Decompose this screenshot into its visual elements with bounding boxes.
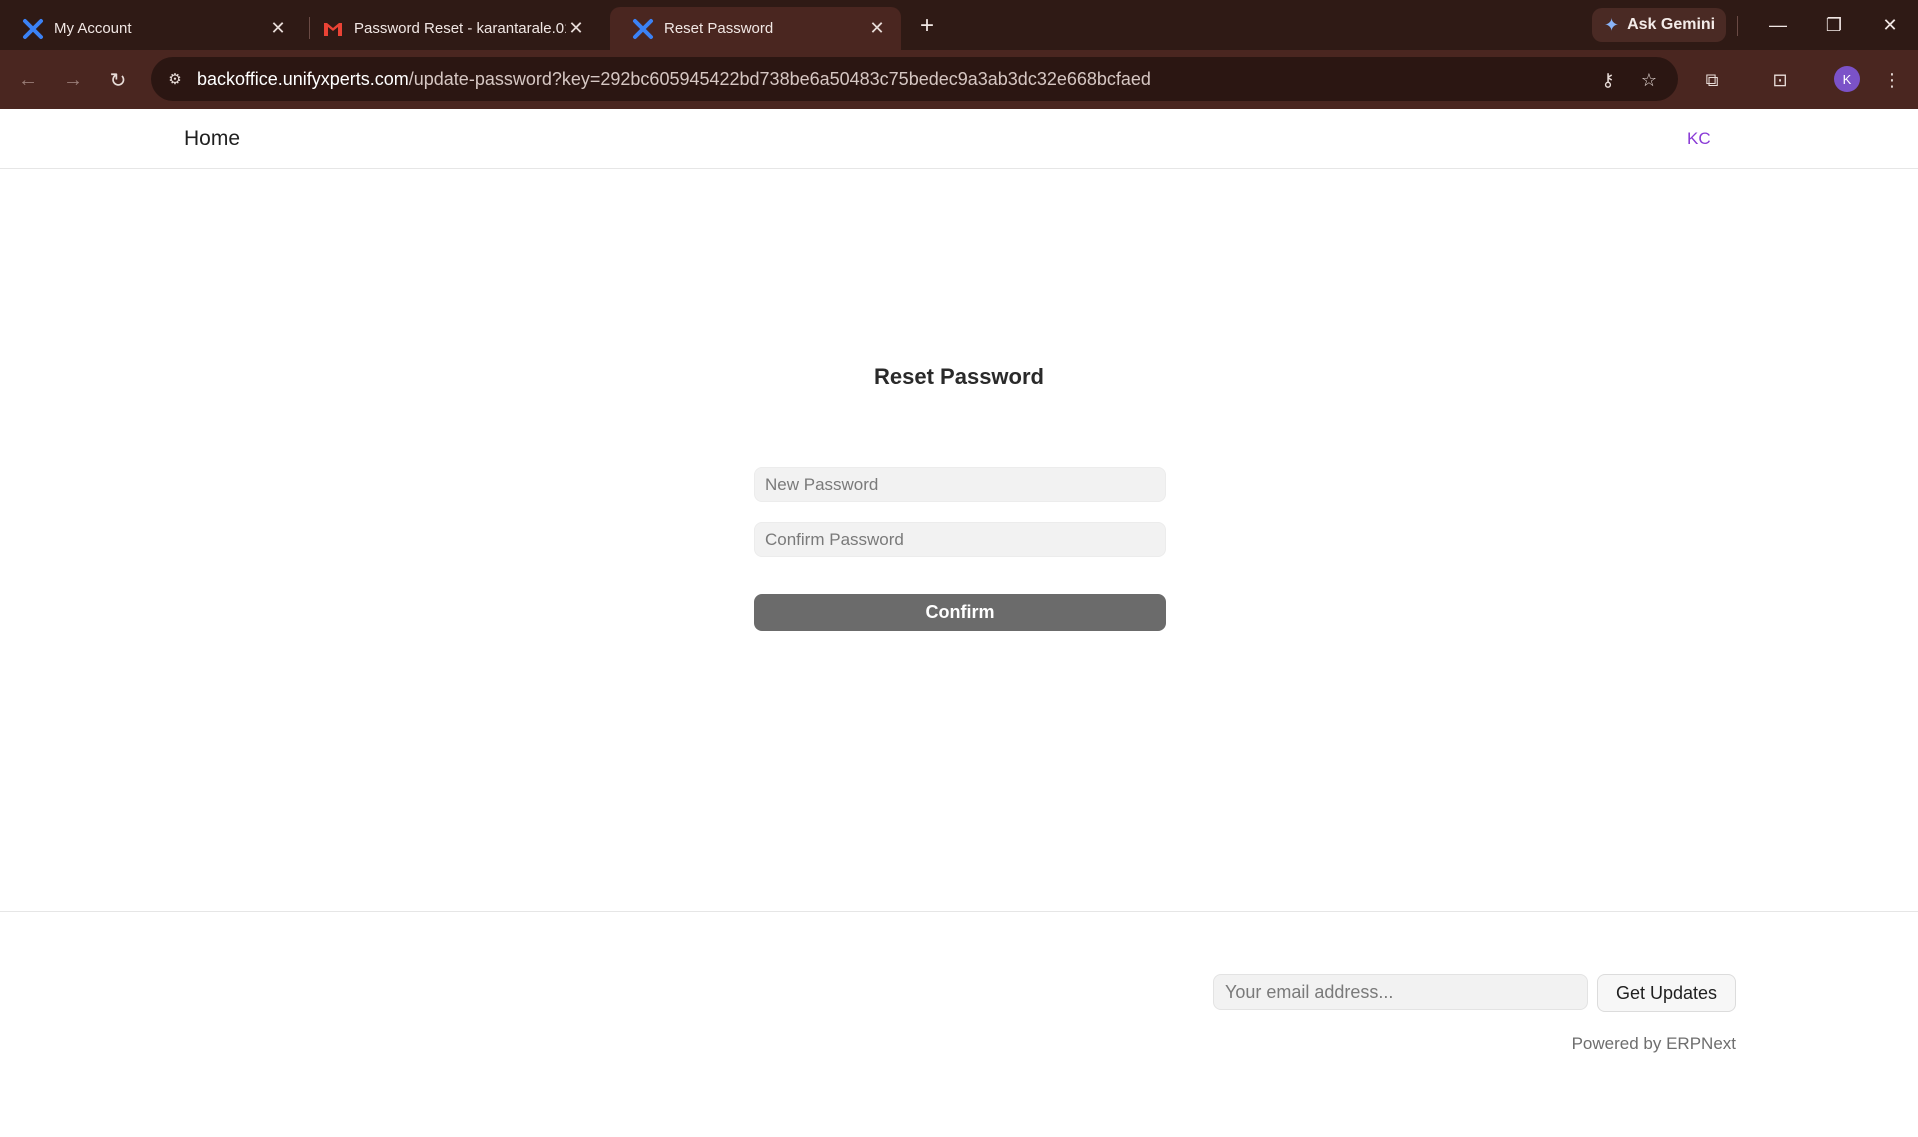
tab-strip: My Account ✕ Password Reset - karantaral…: [0, 0, 1918, 50]
profile-avatar[interactable]: K: [1834, 66, 1860, 92]
tab-my-account[interactable]: My Account ✕: [0, 7, 302, 50]
close-icon[interactable]: ✕: [268, 18, 288, 39]
tab-title: Password Reset - karantarale.01: [354, 20, 566, 37]
url-path: /update-password?key=292bc605945422bd738…: [408, 69, 1151, 89]
ask-gemini-button[interactable]: ✦ Ask Gemini: [1592, 8, 1726, 42]
gemini-spark-icon: ✦: [1604, 14, 1620, 35]
confirm-password-input[interactable]: [754, 522, 1166, 557]
browser-menu-icon[interactable]: ⋮: [1876, 64, 1908, 96]
close-icon[interactable]: ✕: [566, 18, 586, 39]
minimize-icon[interactable]: —: [1758, 8, 1798, 42]
address-bar[interactable]: ⚙ backoffice.unifyxperts.com/update-pass…: [151, 57, 1678, 101]
get-updates-button[interactable]: Get Updates: [1597, 974, 1736, 1012]
new-password-input[interactable]: [754, 467, 1166, 502]
close-icon[interactable]: ✕: [867, 18, 887, 39]
password-key-icon[interactable]: ⚷: [1595, 67, 1621, 93]
browser-chrome: My Account ✕ Password Reset - karantaral…: [0, 0, 1918, 109]
url-text[interactable]: backoffice.unifyxperts.com/update-passwo…: [197, 69, 1151, 90]
unify-x-icon: [633, 18, 653, 39]
new-tab-button[interactable]: +: [913, 12, 941, 40]
back-arrow-icon[interactable]: ←: [12, 64, 44, 96]
tab-title: My Account: [54, 20, 132, 37]
site-settings-icon[interactable]: ⚙: [161, 65, 189, 93]
ask-gemini-label: Ask Gemini: [1627, 16, 1716, 33]
user-avatar-initials[interactable]: KC: [1687, 129, 1711, 149]
site-footer: Get Updates Powered by ERPNext: [0, 911, 1918, 1137]
gmail-icon: [324, 22, 342, 36]
browser-toolbar: ← → ↻ ⚙ backoffice.unifyxperts.com/updat…: [0, 50, 1918, 109]
reload-icon[interactable]: ↻: [102, 64, 134, 96]
powered-by-text: Powered by ERPNext: [1571, 1034, 1736, 1053]
home-link[interactable]: Home: [184, 127, 240, 151]
url-host: backoffice.unifyxperts.com: [197, 69, 409, 89]
site-navbar: Home KC: [0, 109, 1918, 169]
tab-title: Reset Password: [664, 20, 774, 37]
bookmark-star-icon[interactable]: ☆: [1636, 67, 1662, 93]
tab-search-icon[interactable]: ⊡: [1764, 64, 1796, 96]
window-controls-separator: [1737, 16, 1738, 36]
tab-reset-password[interactable]: Reset Password ✕: [610, 7, 901, 50]
tab-password-reset-gmail[interactable]: Password Reset - karantarale.01 ✕: [300, 7, 600, 50]
confirm-button[interactable]: Confirm: [754, 594, 1166, 631]
window-close-icon[interactable]: ✕: [1870, 8, 1910, 42]
unify-x-icon: [23, 18, 43, 39]
page-title: Reset Password: [874, 364, 1044, 389]
subscribe-email-input[interactable]: [1213, 974, 1588, 1010]
extensions-puzzle-icon[interactable]: ⧉: [1696, 64, 1728, 96]
restore-icon[interactable]: ❐: [1814, 8, 1854, 42]
forward-arrow-icon[interactable]: →: [57, 64, 89, 96]
